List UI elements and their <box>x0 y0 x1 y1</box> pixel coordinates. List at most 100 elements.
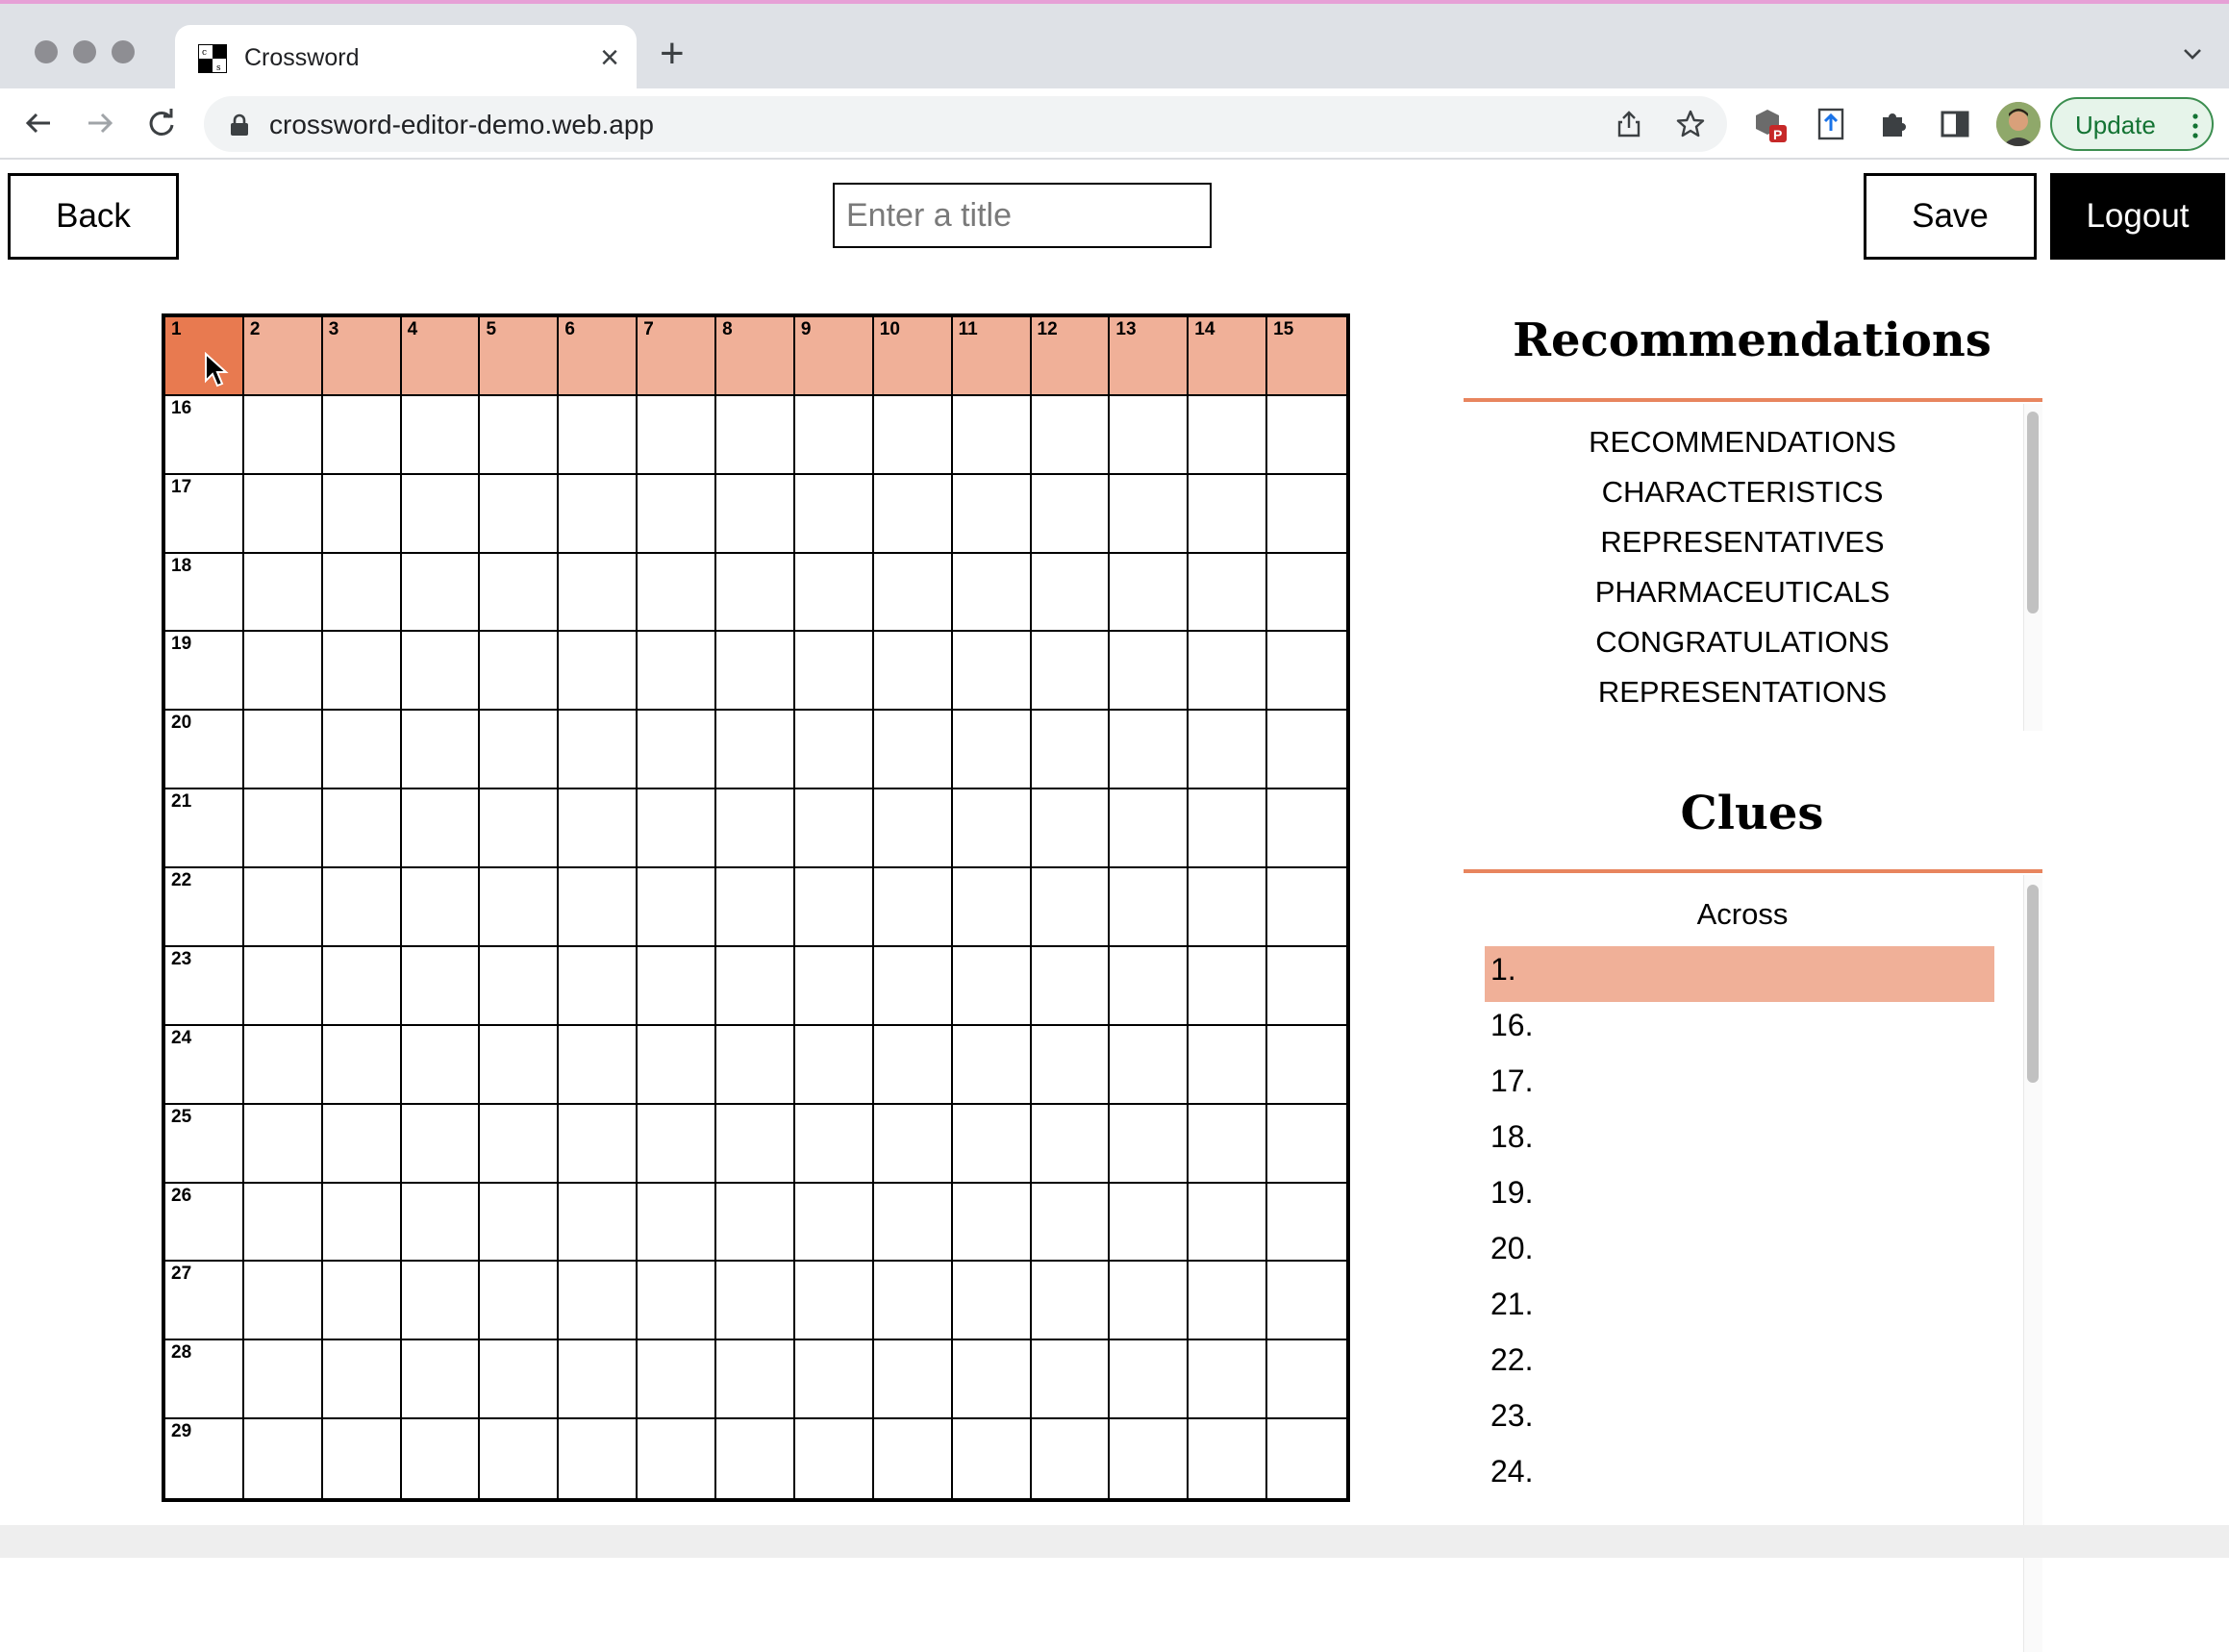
grid-cell[interactable] <box>243 1104 323 1184</box>
clue-row[interactable]: 1. <box>1485 946 1994 1002</box>
grid-cell[interactable] <box>638 1262 717 1341</box>
grid-cell[interactable] <box>243 1262 323 1341</box>
grid-cell[interactable] <box>559 1340 639 1420</box>
forward-arrow-icon[interactable] <box>83 106 117 140</box>
grid-cell[interactable] <box>794 946 874 1026</box>
grid-cell[interactable] <box>1267 711 1346 790</box>
grid-cell[interactable] <box>873 474 953 554</box>
grid-cell[interactable] <box>873 946 953 1026</box>
grid-cell[interactable] <box>480 1262 560 1341</box>
grid-cell[interactable] <box>480 474 560 554</box>
grid-cell[interactable] <box>401 553 481 633</box>
grid-cell[interactable] <box>1189 395 1268 475</box>
grid-cell[interactable]: 23 <box>165 946 244 1026</box>
grid-cell[interactable]: 2 <box>243 317 323 396</box>
grid-cell[interactable] <box>322 711 402 790</box>
clue-row[interactable]: 23. <box>1485 1392 1994 1448</box>
grid-cell[interactable] <box>480 711 560 790</box>
grid-cell[interactable] <box>716 946 795 1026</box>
grid-cell[interactable] <box>638 474 717 554</box>
grid-cell[interactable] <box>1267 868 1346 947</box>
grid-cell[interactable] <box>1110 1025 1190 1105</box>
grid-cell[interactable] <box>322 1025 402 1105</box>
grid-cell[interactable]: 27 <box>165 1262 244 1341</box>
grid-cell[interactable]: 6 <box>559 317 639 396</box>
grid-cell[interactable] <box>243 789 323 869</box>
address-bar[interactable]: crossword-editor-demo.web.app <box>204 96 1727 152</box>
grid-cell[interactable] <box>1110 1104 1190 1184</box>
grid-cell[interactable] <box>952 789 1032 869</box>
bookmark-star-icon[interactable] <box>1675 109 1706 139</box>
grid-cell[interactable] <box>243 868 323 947</box>
grid-cell[interactable] <box>873 1183 953 1263</box>
grid-cell[interactable] <box>1031 1340 1111 1420</box>
grid-cell[interactable] <box>873 1262 953 1341</box>
grid-cell[interactable] <box>873 1104 953 1184</box>
grid-cell[interactable] <box>322 1262 402 1341</box>
grid-cell[interactable] <box>480 632 560 712</box>
grid-cell[interactable] <box>794 1419 874 1498</box>
grid-cell[interactable]: 26 <box>165 1183 244 1263</box>
extension-upload-icon[interactable] <box>1814 106 1850 142</box>
grid-cell[interactable] <box>1267 1104 1346 1184</box>
recommendations-list[interactable]: RECOMMENDATIONS CHARACTERISTICS REPRESENTA… <box>1464 404 2042 731</box>
grid-cell[interactable] <box>638 1419 717 1498</box>
grid-cell[interactable] <box>794 868 874 947</box>
grid-cell[interactable]: 16 <box>165 395 244 475</box>
grid-cell[interactable] <box>716 789 795 869</box>
grid-cell[interactable] <box>716 1183 795 1263</box>
grid-cell[interactable] <box>322 946 402 1026</box>
grid-cell[interactable] <box>1189 711 1268 790</box>
save-button[interactable]: Save <box>1864 173 2037 260</box>
grid-cell[interactable] <box>873 789 953 869</box>
tab-close-icon[interactable]: × <box>600 38 619 77</box>
grid-cell[interactable]: 25 <box>165 1104 244 1184</box>
grid-cell[interactable] <box>952 1262 1032 1341</box>
grid-cell[interactable]: 4 <box>401 317 481 396</box>
grid-cell[interactable] <box>1189 553 1268 633</box>
share-icon[interactable] <box>1614 109 1644 139</box>
clue-row[interactable]: 22. <box>1485 1337 1994 1392</box>
grid-cell[interactable] <box>1267 1183 1346 1263</box>
grid-cell[interactable] <box>1110 553 1190 633</box>
grid-cell[interactable]: 21 <box>165 789 244 869</box>
grid-cell[interactable] <box>559 1262 639 1341</box>
grid-cell[interactable] <box>794 1104 874 1184</box>
grid-cell[interactable] <box>243 1025 323 1105</box>
grid-cell[interactable] <box>952 1419 1032 1498</box>
grid-cell[interactable] <box>638 553 717 633</box>
grid-cell[interactable] <box>952 946 1032 1026</box>
grid-cell[interactable] <box>401 1104 481 1184</box>
grid-cell[interactable] <box>559 1183 639 1263</box>
grid-cell[interactable] <box>716 632 795 712</box>
grid-cell[interactable] <box>638 1340 717 1420</box>
grid-cell[interactable]: 24 <box>165 1025 244 1105</box>
extension-p-icon[interactable]: P <box>1752 106 1789 142</box>
clue-row[interactable]: 18. <box>1485 1114 1994 1169</box>
clue-row[interactable]: 20. <box>1485 1225 1994 1281</box>
grid-cell[interactable]: 17 <box>165 474 244 554</box>
recommendation-item[interactable]: TROUBLESHOOTING <box>1464 717 2021 731</box>
grid-cell[interactable] <box>1267 946 1346 1026</box>
grid-cell[interactable] <box>401 474 481 554</box>
grid-cell[interactable] <box>716 1025 795 1105</box>
grid-cell[interactable] <box>1189 1025 1268 1105</box>
grid-cell[interactable] <box>1267 1262 1346 1341</box>
grid-cell[interactable] <box>1031 1025 1111 1105</box>
grid-cell[interactable] <box>1031 1419 1111 1498</box>
side-panel-icon[interactable] <box>1937 106 1973 142</box>
grid-cell[interactable]: 11 <box>952 317 1032 396</box>
grid-cell[interactable] <box>638 1104 717 1184</box>
grid-cell[interactable] <box>716 474 795 554</box>
grid-cell[interactable] <box>716 711 795 790</box>
grid-cell[interactable] <box>401 1419 481 1498</box>
grid-cell[interactable] <box>1031 395 1111 475</box>
grid-cell[interactable]: 22 <box>165 868 244 947</box>
grid-cell[interactable]: 15 <box>1267 317 1346 396</box>
grid-cell[interactable] <box>716 1262 795 1341</box>
profile-avatar[interactable] <box>1996 102 2041 146</box>
grid-cell[interactable] <box>716 1340 795 1420</box>
grid-cell[interactable] <box>638 868 717 947</box>
grid-cell[interactable] <box>559 868 639 947</box>
grid-cell[interactable] <box>322 789 402 869</box>
